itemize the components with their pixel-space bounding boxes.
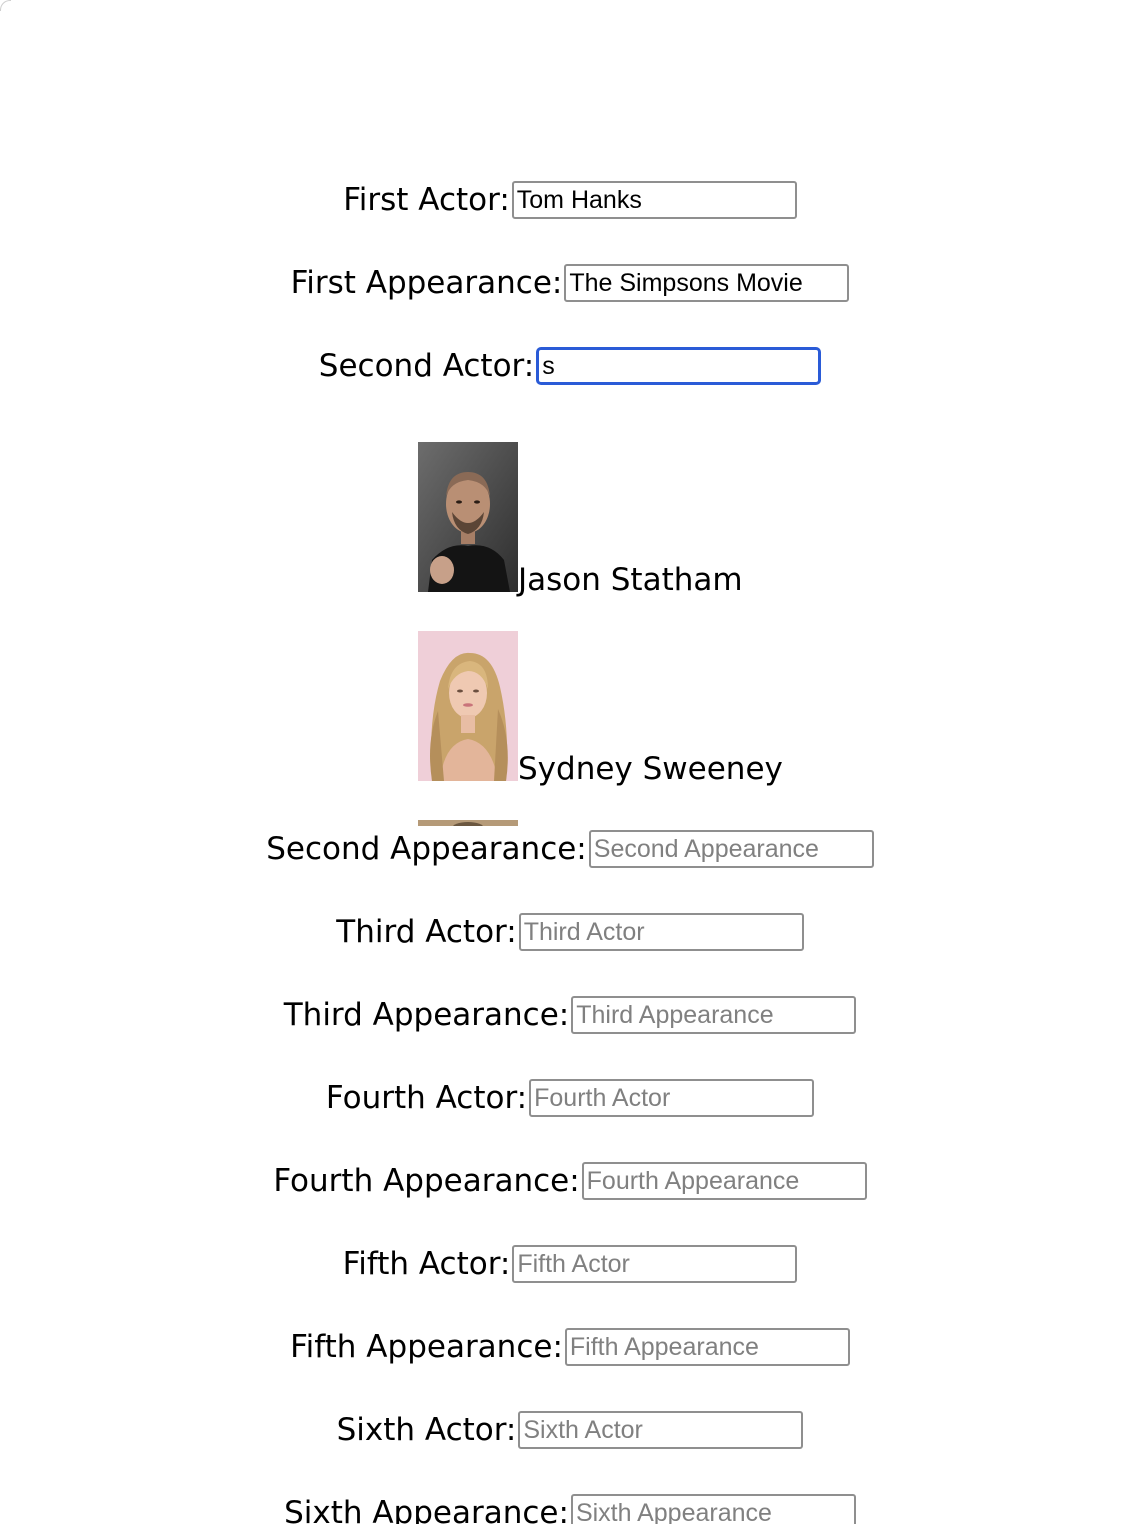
fifth-actor-row: Fifth Actor: [0,1244,1140,1284]
sixth-appearance-label: Sixth Appearance: [284,1495,569,1524]
second-appearance-row: Second Appearance: [0,829,1140,869]
fourth-appearance-input[interactable] [581,1162,867,1200]
suggestion-name: Sydney Sweeney [518,751,783,787]
page: First Actor: First Appearance: Second Ac… [0,0,1140,1524]
second-actor-label: Second Actor: [318,348,535,384]
second-actor-row: Second Actor: [0,346,1140,386]
actor-photo [418,442,518,592]
fourth-actor-label: Fourth Actor: [325,1080,528,1116]
actor-photo [418,820,518,826]
third-actor-label: Third Actor: [336,914,517,950]
actor-suggestions-list: Jason Statham Sydney Sweeney [418,442,898,826]
second-appearance-label: Second Appearance: [266,831,587,867]
first-actor-input[interactable] [511,181,797,219]
third-appearance-label: Third Appearance: [283,997,570,1033]
sixth-actor-label: Sixth Actor: [336,1412,517,1448]
third-appearance-input[interactable] [571,996,857,1034]
third-actor-row: Third Actor: [0,912,1140,952]
sixth-actor-row: Sixth Actor: [0,1410,1140,1450]
fourth-appearance-row: Fourth Appearance: [0,1161,1140,1201]
actor-photo [418,631,518,781]
fifth-appearance-input[interactable] [564,1328,850,1366]
first-actor-row: First Actor: [0,180,1140,220]
second-appearance-input[interactable] [588,830,874,868]
sixth-actor-input[interactable] [518,1411,804,1449]
first-appearance-input[interactable] [564,264,850,302]
fourth-actor-input[interactable] [529,1079,815,1117]
second-actor-input[interactable] [536,347,822,385]
suggestion-item[interactable] [418,820,518,826]
first-actor-label: First Actor: [343,182,510,218]
third-actor-input[interactable] [518,913,804,951]
sixth-appearance-row: Sixth Appearance: [0,1493,1140,1524]
fifth-appearance-row: Fifth Appearance: [0,1327,1140,1367]
window-corner [0,0,11,11]
third-appearance-row: Third Appearance: [0,995,1140,1035]
first-appearance-row: First Appearance: [0,263,1140,303]
suggestion-item[interactable]: Sydney Sweeney [418,631,783,785]
fifth-actor-label: Fifth Actor: [342,1246,511,1282]
fourth-appearance-label: Fourth Appearance: [273,1163,580,1199]
fifth-actor-input[interactable] [512,1245,798,1283]
suggestion-item[interactable]: Jason Statham [418,442,743,596]
first-appearance-label: First Appearance: [290,265,563,301]
fifth-appearance-label: Fifth Appearance: [290,1329,563,1365]
sixth-appearance-input[interactable] [570,1494,856,1524]
fourth-actor-row: Fourth Actor: [0,1078,1140,1118]
suggestion-name: Jason Statham [518,562,743,598]
